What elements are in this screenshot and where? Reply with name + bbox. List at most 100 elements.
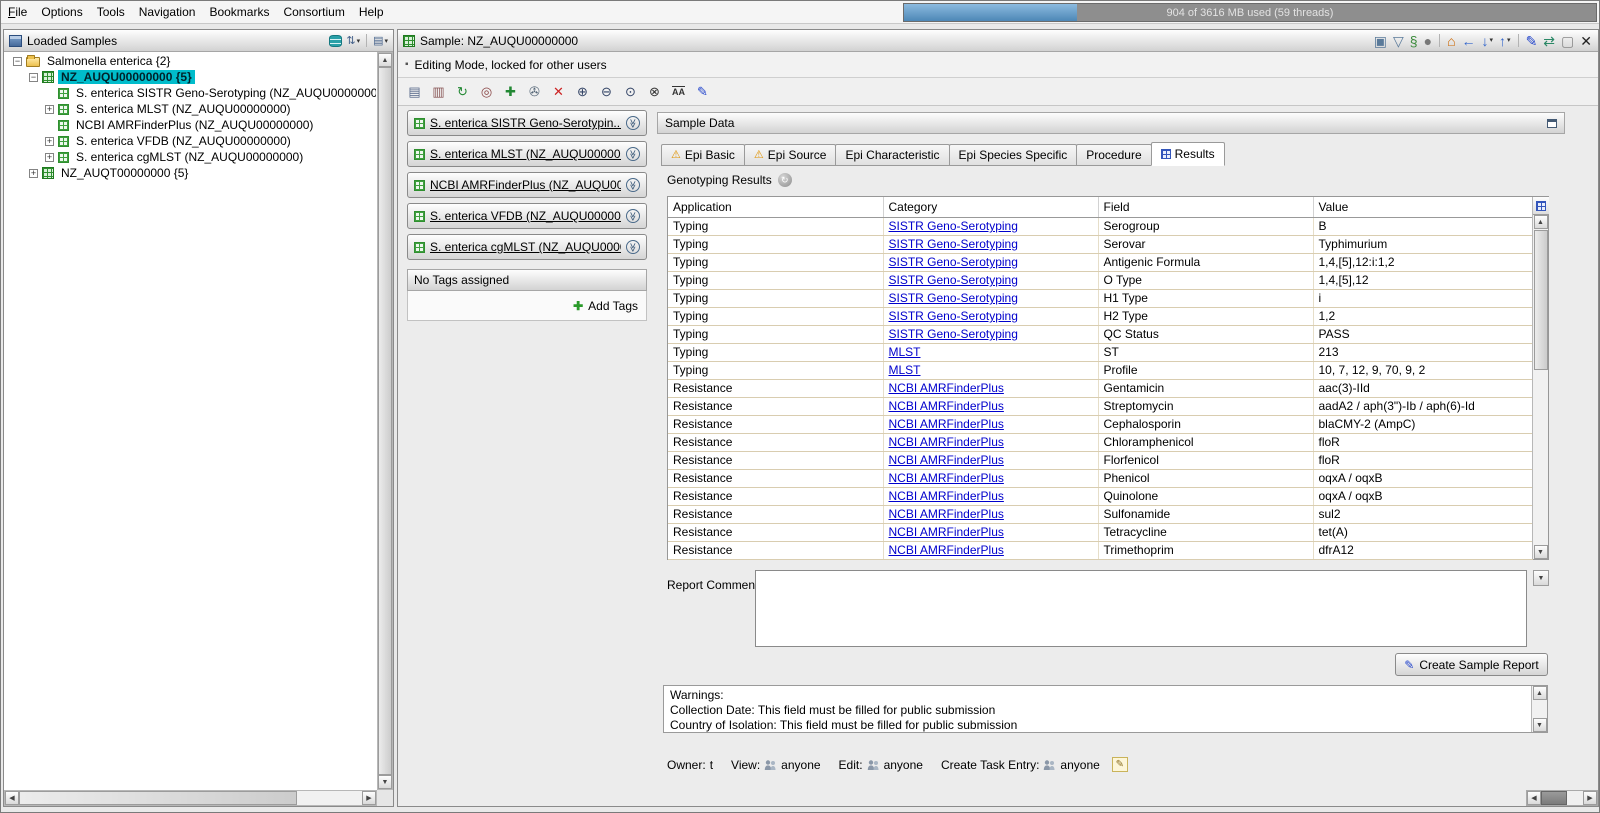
tab-epi-species-specific[interactable]: Epi Species Specific — [949, 144, 1078, 166]
table-row[interactable]: TypingSISTR Geno-SerotypingQC StatusPASS — [668, 325, 1532, 343]
scroll-up-icon[interactable]: ▲ — [1533, 686, 1547, 700]
tree-item[interactable]: −NZ_AUQU00000000 {5} — [5, 69, 376, 85]
table-row[interactable]: ResistanceNCBI AMRFinderPlusTetracycline… — [668, 523, 1532, 541]
back-arrow-icon[interactable]: ← — [1461, 33, 1477, 49]
report-printer-icon[interactable]: ▥ — [428, 81, 449, 102]
sort-icon[interactable]: ⇅▾ — [346, 34, 360, 47]
table-vertical-scrollbar[interactable]: ▲ ▼ — [1532, 197, 1548, 559]
category-link[interactable]: MLST — [889, 345, 921, 359]
scroll-right-icon[interactable]: ▶ — [1583, 791, 1597, 805]
task-button[interactable]: S. enterica cgMLST (NZ_AUQU00000...≫ — [407, 234, 647, 260]
column-config-icon[interactable] — [1533, 197, 1549, 215]
task-button[interactable]: S. enterica MLST (NZ_AUQU00000000)≫ — [407, 141, 647, 167]
table-row[interactable]: TypingMLSTProfile10, 7, 12, 9, 70, 9, 2 — [668, 361, 1532, 379]
up-arrow-icon[interactable]: ↑▾ — [1498, 33, 1512, 49]
category-link[interactable]: SISTR Geno-Serotyping — [889, 309, 1018, 323]
menu-navigation[interactable]: Navigation — [132, 2, 203, 22]
expand-icon[interactable]: + — [45, 153, 54, 162]
content-horizontal-scrollbar[interactable]: ◀ ▶ — [1526, 790, 1598, 806]
table-row[interactable]: ResistanceNCBI AMRFinderPlusTrimethoprim… — [668, 541, 1532, 559]
table-row[interactable]: ResistanceNCBI AMRFinderPlusFlorfenicolf… — [668, 451, 1532, 469]
table-row[interactable]: TypingSISTR Geno-SerotypingSerogroupB — [668, 217, 1532, 235]
tree-horizontal-scrollbar[interactable]: ◀ ▶ — [4, 790, 377, 806]
tree-item[interactable]: +NZ_AUQT00000000 {5} — [5, 165, 376, 181]
table-row[interactable]: ResistanceNCBI AMRFinderPlusGentamicinaa… — [668, 379, 1532, 397]
table-row[interactable]: TypingSISTR Geno-SerotypingAntigenic For… — [668, 253, 1532, 271]
tree-item[interactable]: +S. enterica MLST (NZ_AUQU00000000) — [5, 101, 376, 117]
collapse-icon[interactable]: − — [13, 57, 22, 66]
save-icon[interactable]: ▢ — [1560, 33, 1575, 49]
table-row[interactable]: TypingSISTR Geno-SerotypingSerovarTyphim… — [668, 235, 1532, 253]
task-button[interactable]: S. enterica VFDB (NZ_AUQU00000000)≫ — [407, 203, 647, 229]
comment-dropdown-icon[interactable]: ▼ — [1533, 570, 1549, 586]
menu-file[interactable]: File — [1, 2, 34, 22]
zoom-out-icon[interactable]: ⊖ — [596, 81, 617, 102]
menu-options[interactable]: Options — [34, 2, 89, 22]
scrollbar-thumb[interactable] — [378, 67, 392, 775]
scroll-down-icon[interactable]: ▼ — [1534, 545, 1548, 559]
maximize-icon[interactable] — [1547, 119, 1557, 128]
scrollbar-thumb[interactable] — [1541, 791, 1567, 805]
menu-bookmarks[interactable]: Bookmarks — [202, 2, 276, 22]
tree-item[interactable]: −Salmonella enterica {2} — [5, 53, 376, 69]
create-sample-report-button[interactable]: ✎ Create Sample Report — [1395, 653, 1548, 676]
category-link[interactable]: NCBI AMRFinderPlus — [889, 543, 1004, 557]
expand-icon[interactable]: + — [45, 105, 54, 114]
table-row[interactable]: TypingSISTR Geno-SerotypingH1 Typei — [668, 289, 1532, 307]
scroll-up-icon[interactable]: ▲ — [1534, 215, 1548, 229]
delete-icon[interactable]: ✕ — [548, 81, 569, 102]
scroll-left-icon[interactable]: ◀ — [1527, 791, 1541, 805]
table-row[interactable]: ResistanceNCBI AMRFinderPlusQuinoloneoqx… — [668, 487, 1532, 505]
scroll-right-icon[interactable]: ▶ — [362, 791, 376, 805]
attach-icon[interactable]: ✇ — [524, 81, 545, 102]
dna-icon[interactable]: § — [1409, 33, 1419, 49]
database-icon[interactable] — [329, 35, 342, 47]
filter-icon[interactable]: ▽ — [1392, 33, 1405, 49]
sync-icon[interactable]: ↻ — [452, 81, 473, 102]
category-link[interactable]: SISTR Geno-Serotyping — [889, 327, 1018, 341]
edit-table-icon[interactable]: ▤ — [404, 81, 425, 102]
screen-icon[interactable]: ▣ — [1373, 33, 1388, 49]
table-row[interactable]: TypingSISTR Geno-SerotypingH2 Type1,2 — [668, 307, 1532, 325]
table-row[interactable]: ResistanceNCBI AMRFinderPlusCephalospori… — [668, 415, 1532, 433]
category-link[interactable]: SISTR Geno-Serotyping — [889, 255, 1018, 269]
table-row[interactable]: ResistanceNCBI AMRFinderPlusPhenicoloqxA… — [668, 469, 1532, 487]
scrollbar-thumb[interactable] — [19, 791, 297, 805]
task-button[interactable]: NCBI AMRFinderPlus (NZ_AUQU00000...≫ — [407, 172, 647, 198]
category-link[interactable]: SISTR Geno-Serotyping — [889, 273, 1018, 287]
category-link[interactable]: NCBI AMRFinderPlus — [889, 453, 1004, 467]
tab-epi-basic[interactable]: ⚠Epi Basic — [661, 144, 745, 166]
category-link[interactable]: NCBI AMRFinderPlus — [889, 417, 1004, 431]
down-arrow-icon[interactable]: ↓▾ — [1481, 33, 1495, 49]
category-link[interactable]: NCBI AMRFinderPlus — [889, 471, 1004, 485]
menu-consortium[interactable]: Consortium — [276, 2, 351, 22]
refresh-icon[interactable]: ↻ — [778, 173, 792, 187]
category-link[interactable]: NCBI AMRFinderPlus — [889, 489, 1004, 503]
scroll-down-icon[interactable]: ▼ — [378, 775, 392, 789]
table-row[interactable]: ResistanceNCBI AMRFinderPlusStreptomycin… — [668, 397, 1532, 415]
edit-permissions-icon[interactable]: ✎ — [1112, 757, 1128, 772]
transfer-icon[interactable]: ⇄ — [1542, 33, 1556, 49]
close-icon[interactable]: ✕ — [1579, 33, 1593, 49]
scrollbar-thumb[interactable] — [1534, 230, 1548, 370]
table-row[interactable]: ResistanceNCBI AMRFinderPlusChlorampheni… — [668, 433, 1532, 451]
category-link[interactable]: MLST — [889, 363, 921, 377]
tab-procedure[interactable]: Procedure — [1076, 144, 1151, 166]
tab-results[interactable]: Results — [1151, 142, 1225, 166]
category-link[interactable]: NCBI AMRFinderPlus — [889, 435, 1004, 449]
target-icon[interactable]: ◎ — [476, 81, 497, 102]
category-link[interactable]: NCBI AMRFinderPlus — [889, 399, 1004, 413]
table-row[interactable]: ResistanceNCBI AMRFinderPlusSulfonamides… — [668, 505, 1532, 523]
tree-item[interactable]: +S. enterica VFDB (NZ_AUQU00000000) — [5, 133, 376, 149]
tree-item[interactable]: NCBI AMRFinderPlus (NZ_AUQU00000000) — [5, 117, 376, 133]
column-header[interactable]: Application — [668, 197, 883, 217]
category-link[interactable]: SISTR Geno-Serotyping — [889, 219, 1018, 233]
column-header[interactable]: Field — [1098, 197, 1313, 217]
scroll-up-icon[interactable]: ▲ — [378, 53, 392, 67]
tree-vertical-scrollbar[interactable]: ▲ ▼ — [377, 52, 393, 790]
expand-icon[interactable]: + — [45, 137, 54, 146]
menu-help[interactable]: Help — [352, 2, 391, 22]
scroll-down-icon[interactable]: ▼ — [1533, 718, 1547, 732]
home-icon[interactable]: ⌂ — [1446, 33, 1456, 49]
menu-tools[interactable]: Tools — [90, 2, 132, 22]
